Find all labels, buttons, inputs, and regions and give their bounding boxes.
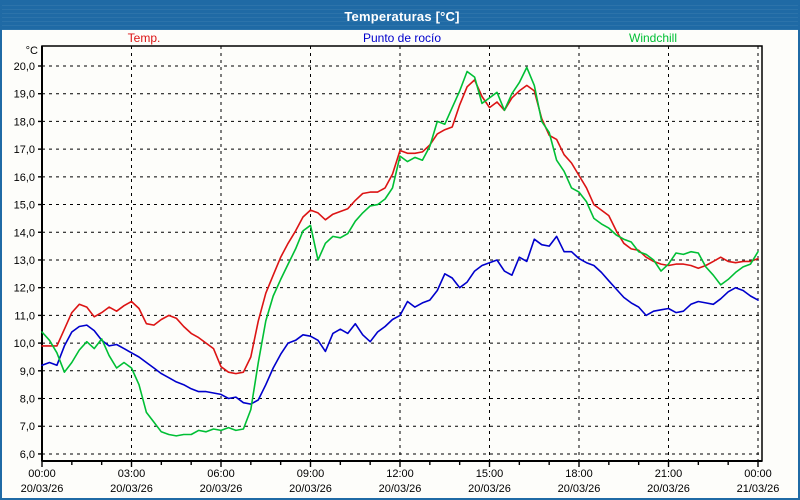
y-tick-label: 7,0 bbox=[20, 421, 35, 433]
x-tick-date-label: 20/03/26 bbox=[379, 483, 422, 495]
x-tick-date-label: 20/03/26 bbox=[558, 483, 601, 495]
x-tick-time-label: 06:00 bbox=[207, 468, 235, 480]
y-tick-label: 9,0 bbox=[20, 366, 35, 378]
x-tick-time-label: 03:00 bbox=[118, 468, 146, 480]
x-tick-time-label: 09:00 bbox=[297, 468, 325, 480]
y-tick-label: 12,0 bbox=[14, 283, 35, 295]
y-tick-label: 15,0 bbox=[14, 200, 35, 212]
x-tick-time-label: 12:00 bbox=[386, 468, 414, 480]
y-tick-label: 8,0 bbox=[20, 394, 35, 406]
y-tick-label: 16,0 bbox=[14, 172, 35, 184]
y-tick-label: 6,0 bbox=[20, 449, 35, 461]
y-tick-label: 19,0 bbox=[14, 89, 35, 101]
weather-chart-window: Temperaturas [°C] Temp. Punto de rocío W… bbox=[0, 0, 800, 500]
x-tick-date-label: 20/03/26 bbox=[647, 483, 690, 495]
y-axis-unit-label: °C bbox=[26, 45, 38, 57]
y-tick-label: 11,0 bbox=[14, 310, 35, 322]
x-tick-date-label: 21/03/26 bbox=[737, 483, 780, 495]
x-tick-time-label: 15:00 bbox=[476, 468, 504, 480]
x-tick-time-label: 00:00 bbox=[744, 468, 772, 480]
y-tick-label: 18,0 bbox=[14, 116, 35, 128]
y-tick-label: 20,0 bbox=[14, 61, 35, 73]
x-tick-date-label: 20/03/26 bbox=[468, 483, 511, 495]
temperature-line-chart: 20,0 19,0 18,0 17,0 16,0 15,0 14,0 13,0 12,0 11,0… bbox=[2, 2, 800, 500]
y-tick-label: 17,0 bbox=[14, 144, 35, 156]
x-tick-date-label: 20/03/26 bbox=[289, 483, 332, 495]
x-tick-date-label: 20/03/26 bbox=[110, 483, 153, 495]
y-tick-label: 14,0 bbox=[14, 227, 35, 239]
x-tick-date-label: 20/03/26 bbox=[200, 483, 243, 495]
y-tick-label: 10,0 bbox=[14, 338, 35, 350]
x-tick-time-label: 18:00 bbox=[565, 468, 593, 480]
x-tick-time-label: 00:00 bbox=[28, 468, 56, 480]
y-tick-label: 13,0 bbox=[14, 255, 35, 267]
x-tick-date-label: 20/03/26 bbox=[21, 483, 64, 495]
x-tick-time-label: 21:00 bbox=[655, 468, 683, 480]
